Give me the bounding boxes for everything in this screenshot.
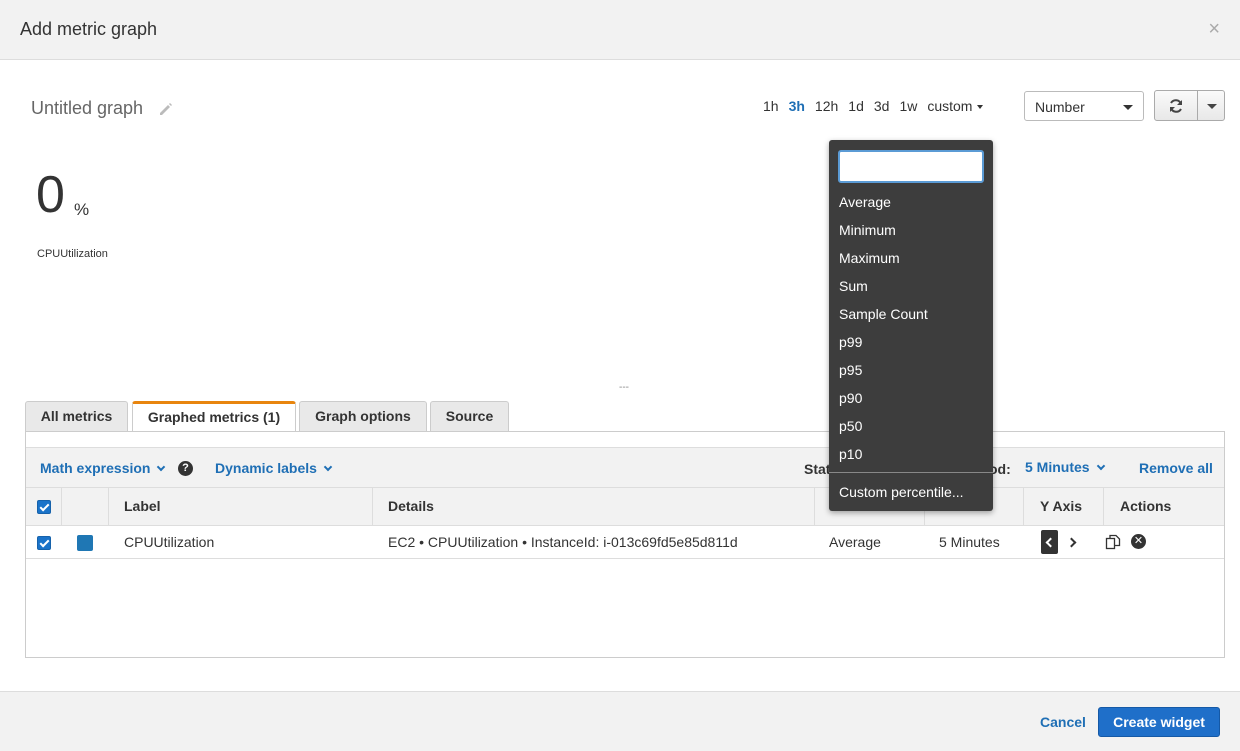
- time-range-3d[interactable]: 3d: [874, 98, 890, 114]
- details-column-header: Details: [373, 488, 815, 526]
- cancel-button[interactable]: Cancel: [1040, 714, 1086, 730]
- remove-all-link[interactable]: Remove all: [1139, 460, 1213, 476]
- statistic-option-sum[interactable]: Sum: [829, 272, 993, 300]
- metric-value: 0: [36, 166, 65, 224]
- refresh-options-button[interactable]: [1197, 90, 1225, 121]
- row-statistic[interactable]: Average: [829, 526, 881, 559]
- statistic-option-p90[interactable]: p90: [829, 384, 993, 412]
- caret-down-icon: [1207, 104, 1217, 109]
- statistic-dropdown-menu: Average Minimum Maximum Sum Sample Count…: [829, 140, 993, 511]
- table-row: CPUUtilization EC2 • CPUUtilization • In…: [26, 526, 1224, 559]
- caret-down-icon: [977, 105, 984, 110]
- statistic-option-p50[interactable]: p50: [829, 412, 993, 440]
- time-range-custom[interactable]: custom: [927, 98, 984, 114]
- row-checkbox[interactable]: [37, 536, 51, 550]
- statistic-option-sample-count[interactable]: Sample Count: [829, 300, 993, 328]
- tab-graphed-metrics[interactable]: Graphed metrics (1): [132, 401, 296, 433]
- math-expression-dropdown[interactable]: Math expression: [40, 460, 166, 476]
- tab-all-metrics[interactable]: All metrics: [25, 401, 128, 432]
- color-column-header: [62, 488, 109, 526]
- time-range-1w[interactable]: 1w: [899, 98, 917, 114]
- bullet-separator: •: [522, 534, 531, 550]
- statistic-option-p99[interactable]: p99: [829, 328, 993, 356]
- dynamic-labels-label: Dynamic labels: [215, 460, 317, 476]
- select-all-checkbox[interactable]: [37, 500, 51, 514]
- metric-unit: %: [74, 200, 90, 219]
- row-period[interactable]: 5 Minutes: [939, 526, 1000, 559]
- close-icon[interactable]: ×: [1208, 18, 1220, 40]
- statistic-option-minimum[interactable]: Minimum: [829, 216, 993, 244]
- graph-title[interactable]: Untitled graph: [31, 98, 143, 119]
- help-icon[interactable]: ?: [178, 461, 193, 476]
- statistic-option-custom-percentile[interactable]: Custom percentile...: [829, 478, 993, 506]
- y-axis-left-button[interactable]: [1041, 530, 1058, 554]
- view-type-select[interactable]: Number: [1024, 91, 1144, 121]
- modal-title: Add metric graph: [20, 19, 158, 39]
- actions-column-header: Actions: [1120, 498, 1172, 514]
- statistic-option-maximum[interactable]: Maximum: [829, 244, 993, 272]
- tab-source[interactable]: Source: [430, 401, 509, 432]
- row-label[interactable]: CPUUtilization: [124, 526, 214, 559]
- remove-icon[interactable]: ✕: [1131, 534, 1146, 549]
- caret-down-icon: [1123, 105, 1133, 110]
- statistic-option-p95[interactable]: p95: [829, 356, 993, 384]
- details-dimension: InstanceId: i-013c69fd5e85d811d: [530, 534, 738, 550]
- time-range-12h[interactable]: 12h: [815, 98, 838, 114]
- chevron-down-icon: [323, 462, 333, 472]
- statistic-search-input[interactable]: [838, 150, 984, 183]
- refresh-button[interactable]: [1154, 90, 1198, 121]
- view-type-value: Number: [1035, 99, 1085, 115]
- resize-handle[interactable]: ---: [619, 382, 629, 393]
- time-range-1h[interactable]: 1h: [763, 98, 779, 114]
- time-range-1d[interactable]: 1d: [848, 98, 864, 114]
- tab-graph-options[interactable]: Graph options: [299, 401, 427, 432]
- time-range-selector: 1h 3h 12h 1d 3d 1w custom: [758, 97, 988, 115]
- modal-footer: Cancel Create widget: [0, 691, 1240, 751]
- time-range-3h[interactable]: 3h: [789, 98, 805, 114]
- modal-header: Add metric graph ×: [0, 0, 1240, 60]
- metrics-toolbar: Math expression ? Dynamic labels Stat od…: [26, 447, 1224, 488]
- metric-label: CPUUtilization: [37, 248, 108, 260]
- row-details: EC2 • CPUUtilization • InstanceId: i-013…: [388, 526, 738, 559]
- chevron-down-icon: [157, 462, 166, 472]
- dropdown-divider: [829, 472, 993, 473]
- label-column-header: Label: [109, 488, 373, 526]
- select-all-cell: [26, 488, 62, 526]
- series-color-swatch[interactable]: [77, 535, 93, 551]
- y-axis-right-button[interactable]: [1064, 530, 1081, 554]
- create-widget-button[interactable]: Create widget: [1098, 707, 1220, 737]
- statistic-label: Stat: [804, 461, 831, 477]
- period-dropdown[interactable]: 5 Minutes: [1025, 459, 1105, 475]
- details-metric: CPUUtilization: [427, 534, 519, 550]
- dynamic-labels-dropdown[interactable]: Dynamic labels: [215, 460, 333, 476]
- math-expression-label: Math expression: [40, 460, 151, 476]
- statistic-option-average[interactable]: Average: [829, 188, 993, 216]
- y-axis-column-header: Y Axis: [1024, 488, 1104, 526]
- time-range-custom-label: custom: [927, 98, 973, 114]
- graphed-metrics-panel: Math expression ? Dynamic labels Stat od…: [25, 431, 1225, 658]
- period-value: 5 Minutes: [1025, 459, 1090, 475]
- statistic-option-p10[interactable]: p10: [829, 440, 993, 468]
- refresh-icon: [1170, 98, 1182, 113]
- table-header: Label Details Y Axis Actions: [26, 488, 1224, 526]
- chevron-down-icon: [1096, 461, 1105, 471]
- bullet-separator: •: [419, 534, 428, 550]
- details-namespace: EC2: [388, 534, 416, 550]
- duplicate-icon[interactable]: [1105, 534, 1121, 550]
- pencil-icon[interactable]: [157, 101, 173, 117]
